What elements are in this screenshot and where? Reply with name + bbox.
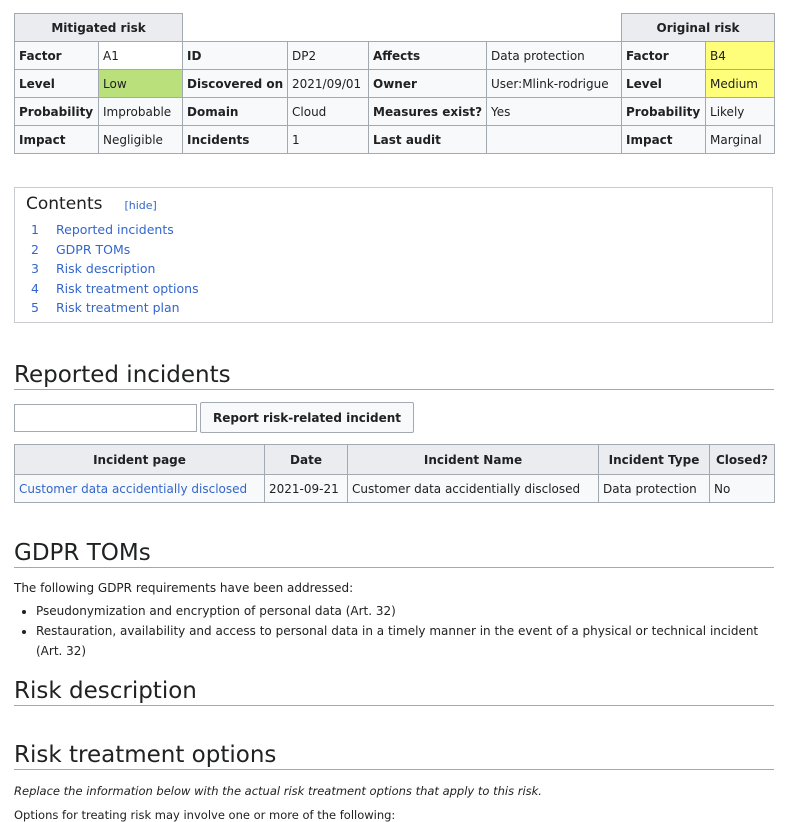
discovered-on-label: Discovered on (182, 69, 289, 98)
measures-exist-label: Measures exist? (368, 97, 488, 126)
original-impact-label: Impact (621, 125, 707, 154)
toc-hide-toggle[interactable]: [hide] (124, 199, 156, 212)
incident-type: Data protection (598, 474, 710, 503)
risk-treatment-options-text: Options for treating risk may involve on… (14, 808, 396, 822)
risk-row: Impact Negligible Incidents 1 Last audit… (14, 125, 776, 154)
owner-value: User:Mlink-rodrigue (486, 69, 623, 98)
last-audit-value (486, 125, 623, 154)
original-impact-value: Marginal (705, 125, 776, 154)
incident-name-input[interactable] (14, 403, 197, 432)
risk-treatment-note: Replace the information below with the a… (14, 784, 542, 798)
risk-treatment-options-heading: Risk treatment options (14, 741, 774, 770)
mitigated-impact-label: Impact (14, 125, 99, 154)
original-level-label: Level (621, 69, 707, 98)
incidents-value: 1 (287, 125, 370, 154)
reported-incidents-heading: Reported incidents (14, 361, 774, 390)
original-factor-value: B4 (705, 41, 776, 70)
toc-item-risk-description[interactable]: 3 Risk description (26, 259, 760, 279)
mitigated-factor-value: A1 (97, 41, 184, 70)
risk-row: Probability Improbable Domain Cloud Meas… (14, 97, 776, 126)
risk-summary-table: Mitigated risk Original risk Factor A1 I… (13, 13, 776, 154)
column-header-closed: Closed? (709, 444, 775, 475)
affects-label: Affects (368, 41, 488, 70)
incidents-table: Incident page Date Incident Name Inciden… (14, 444, 775, 503)
incidents-label: Incidents (182, 125, 289, 154)
column-header-incident-page: Incident page (14, 444, 265, 475)
column-header-incident-type: Incident Type (598, 444, 710, 475)
original-level-value: Medium (705, 69, 776, 98)
original-risk-header: Original risk (621, 13, 776, 42)
toc-item-risk-treatment-options[interactable]: 4 Risk treatment options (26, 279, 760, 299)
report-incident-button[interactable]: Report risk-related incident (200, 402, 414, 433)
incident-name: Customer data accidentially disclosed (347, 474, 599, 503)
risk-description-heading: Risk description (14, 677, 774, 706)
original-probability-label: Probability (621, 97, 707, 126)
list-item: Pseudonymization and encryption of perso… (36, 601, 774, 621)
table-row: Customer data accidentially disclosed 20… (14, 474, 775, 503)
domain-value: Cloud (287, 97, 370, 126)
id-value: DP2 (287, 41, 370, 70)
incident-closed: No (709, 474, 775, 503)
mitigated-probability-value: Improbable (97, 97, 184, 126)
incident-page-link[interactable]: Customer data accidentially disclosed (19, 482, 247, 496)
list-item: Restauration, availability and access to… (36, 621, 774, 658)
toc-item-reported-incidents[interactable]: 1 Reported incidents (26, 220, 760, 240)
measures-exist-value: Yes (486, 97, 623, 126)
mitigated-factor-label: Factor (14, 41, 99, 70)
column-header-date: Date (264, 444, 348, 475)
gdpr-intro-text: The following GDPR requirements have bee… (14, 581, 354, 595)
mitigated-level-label: Level (14, 69, 99, 98)
incident-date: 2021-09-21 (264, 474, 348, 503)
table-of-contents: Contents [hide] 1 Reported incidents 2 GDP… (14, 187, 773, 323)
column-header-incident-name: Incident Name (347, 444, 599, 475)
mitigated-risk-header: Mitigated risk (13, 13, 184, 42)
id-label: ID (182, 41, 289, 70)
owner-label: Owner (368, 69, 488, 98)
mitigated-impact-value: Negligible (97, 125, 184, 154)
risk-row: Factor A1 ID DP2 Affects Data protection… (14, 41, 776, 70)
last-audit-label: Last audit (368, 125, 488, 154)
toc-item-risk-treatment-plan[interactable]: 5 Risk treatment plan (26, 298, 760, 318)
original-factor-label: Factor (621, 41, 707, 70)
mitigated-probability-label: Probability (14, 97, 99, 126)
risk-row: Level Low Discovered on 2021/09/01 Owner… (14, 69, 776, 98)
discovered-on-value: 2021/09/01 (287, 69, 370, 98)
mitigated-level-value: Low (97, 69, 184, 98)
affects-value: Data protection (486, 41, 623, 70)
domain-label: Domain (182, 97, 289, 126)
gdpr-requirements-list: Pseudonymization and encryption of perso… (14, 601, 774, 658)
gdpr-toms-heading: GDPR TOMs (14, 539, 774, 568)
toc-title: Contents (26, 194, 103, 214)
original-probability-value: Likely (705, 97, 776, 126)
toc-item-gdpr-toms[interactable]: 2 GDPR TOMs (26, 240, 760, 260)
